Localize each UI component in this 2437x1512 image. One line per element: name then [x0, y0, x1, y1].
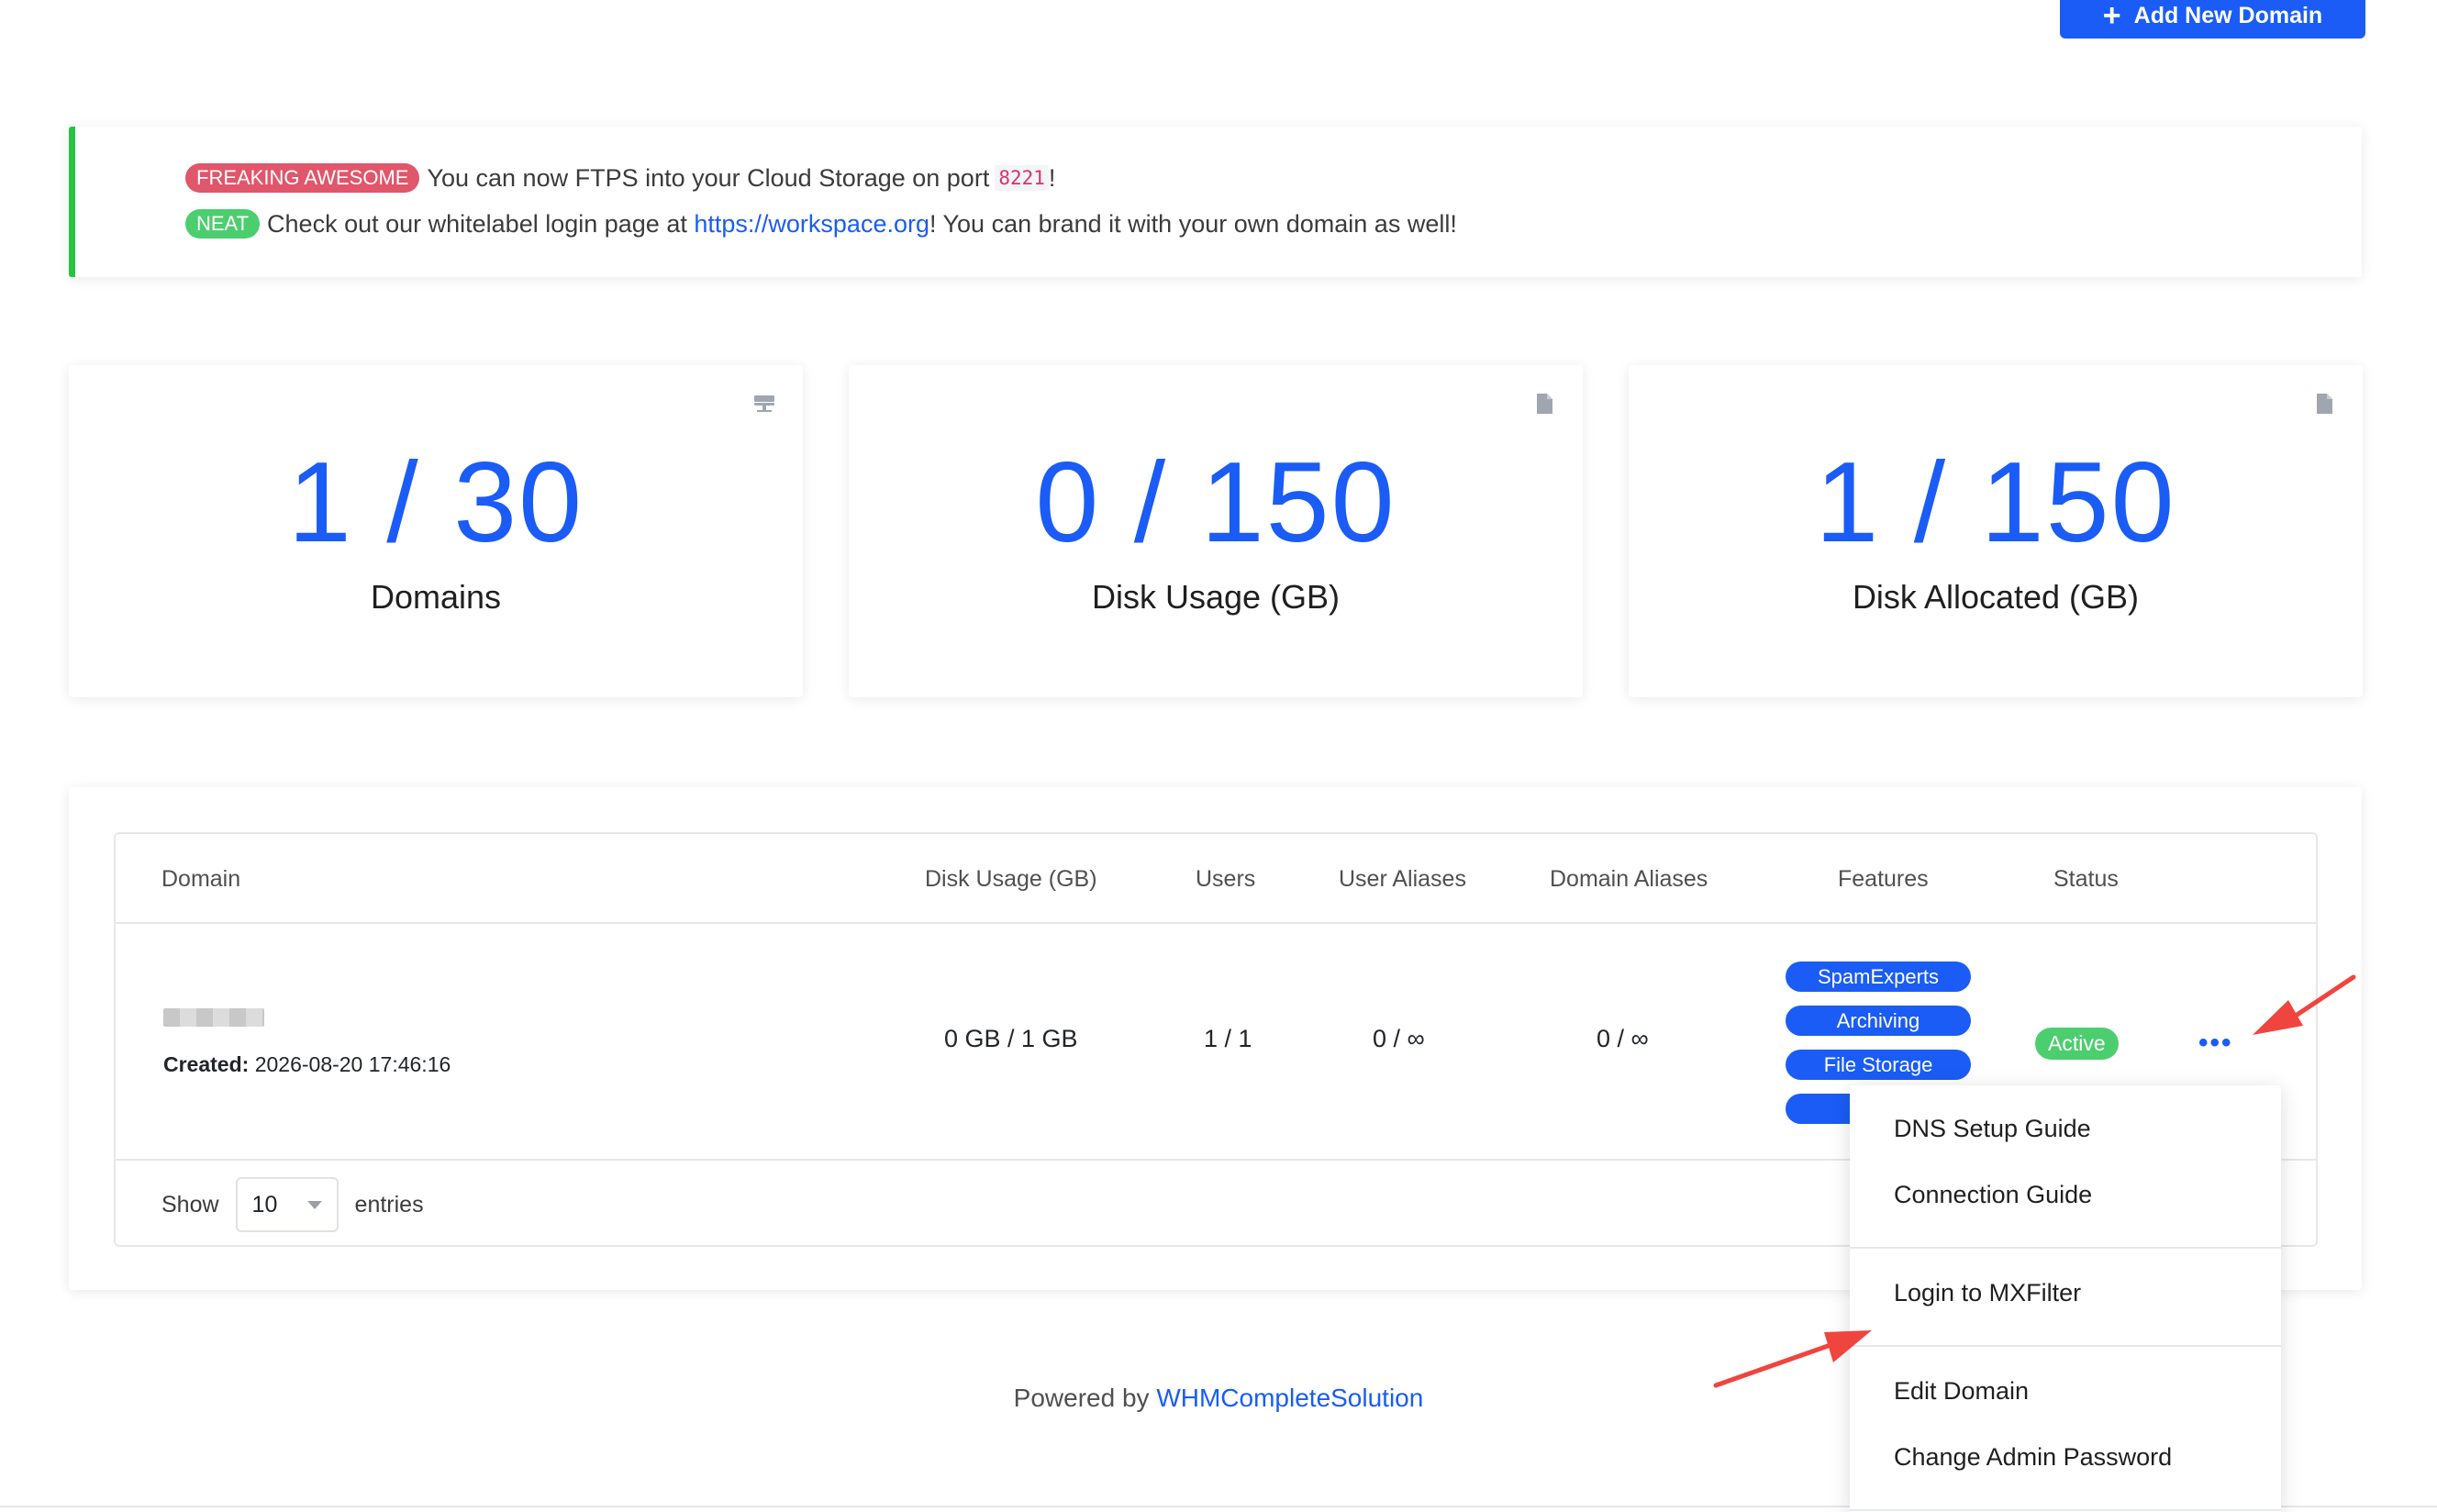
disk-usage-value: 0 GB / 1 GB — [944, 1025, 1078, 1052]
menu-divider — [1850, 1247, 2281, 1249]
page-size-select[interactable]: 10 — [235, 1177, 339, 1232]
stat-label: Disk Allocated (GB) — [1852, 578, 2140, 616]
users-value: 1 / 1 — [1204, 1025, 1252, 1052]
created-label: Created: — [163, 1052, 250, 1076]
stat-card-disk-allocated: 1 / 150 Disk Allocated (GB) — [1629, 365, 2363, 697]
more-actions-icon[interactable]: ••• — [2198, 1029, 2233, 1057]
stat-card-domains: 1 / 30 Domains — [69, 365, 803, 697]
announcement-suffix: ! You can brand it with your own domain … — [929, 209, 1457, 238]
stat-label: Domains — [370, 578, 502, 616]
announcement-ftps: FREAKING AWESOME You can now FTPS into y… — [185, 163, 1056, 194]
add-new-domain-button[interactable]: + Add New Domain — [2060, 0, 2365, 39]
status-badge: Active — [2035, 1028, 2119, 1061]
stat-value: 1 / 30 — [287, 439, 584, 566]
table-header: Domain Disk Usage (GB) Users User Aliase… — [116, 834, 2316, 924]
user-aliases-value: 0 / ∞ — [1373, 1025, 1425, 1052]
menu-item-connection-guide[interactable]: Connection Guide — [1894, 1181, 2092, 1209]
entries-label: entries — [354, 1191, 424, 1217]
powered-by-label: Powered by — [1013, 1384, 1150, 1412]
feature-badge-archiving: Archiving — [1786, 1006, 1971, 1036]
announcement-text: Check out our whitelabel login page at — [267, 209, 687, 238]
add-new-domain-label: Add New Domain — [2133, 2, 2323, 28]
created-value: 2026-08-20 17:46:16 — [254, 1052, 451, 1076]
whitelabel-link[interactable]: https://workspace.org — [694, 210, 929, 239]
show-label: Show — [161, 1191, 219, 1217]
menu-item-login-to-mxfilter[interactable]: Login to MXFilter — [1894, 1279, 2081, 1307]
column-header-domain-aliases[interactable]: Domain Aliases — [1550, 834, 1708, 924]
domain-name-redacted[interactable] — [163, 1008, 264, 1027]
whmcompletesolution-link[interactable]: WHMCompleteSolution — [1156, 1384, 1423, 1412]
menu-item-edit-domain[interactable]: Edit Domain — [1894, 1377, 2029, 1406]
menu-item-change-admin-password[interactable]: Change Admin Password — [1894, 1443, 2172, 1472]
created-date: Created: 2026-08-20 17:46:16 — [163, 1052, 451, 1077]
menu-item-dns-setup-guide[interactable]: DNS Setup Guide — [1894, 1115, 2091, 1143]
server-icon — [754, 395, 774, 412]
stat-value: 0 / 150 — [1035, 439, 1397, 566]
stat-value: 1 / 150 — [1815, 439, 2176, 566]
page-size-value: 10 — [251, 1191, 278, 1217]
stat-label: Disk Usage (GB) — [1091, 578, 1341, 616]
port-code: 8221 — [995, 165, 1049, 192]
column-header-features[interactable]: Features — [1838, 834, 1929, 924]
announcement-suffix: ! — [1048, 163, 1056, 192]
table-footer: Show 10 entries — [161, 1161, 424, 1249]
column-header-user-aliases[interactable]: User Aliases — [1339, 834, 1466, 924]
announcement-panel: FREAKING AWESOME You can now FTPS into y… — [69, 127, 2362, 277]
document-icon — [2317, 394, 2332, 414]
feature-badge-spamexperts: SpamExperts — [1786, 962, 1971, 992]
column-header-users[interactable]: Users — [1196, 834, 1255, 924]
domain-aliases-value: 0 / ∞ — [1597, 1025, 1649, 1052]
chevron-down-icon — [306, 1200, 322, 1209]
column-header-disk-usage[interactable]: Disk Usage (GB) — [925, 834, 1097, 924]
announcement-badge: FREAKING AWESOME — [185, 163, 420, 194]
announcement-badge: NEAT — [185, 209, 261, 239]
actions-dropdown-menu: DNS Setup Guide Connection Guide Login t… — [1850, 1085, 2281, 1512]
annotation-arrow-mxfilter — [1713, 1330, 1872, 1388]
feature-badge-file-storage: File Storage — [1786, 1050, 1971, 1080]
menu-divider — [1850, 1345, 2281, 1347]
announcement-text: You can now FTPS into your Cloud Storage… — [427, 163, 990, 192]
menu-divider — [1850, 1509, 2281, 1511]
document-icon — [1537, 394, 1552, 414]
stat-card-disk-usage: 0 / 150 Disk Usage (GB) — [849, 365, 1583, 697]
column-header-domain[interactable]: Domain — [161, 834, 240, 924]
plus-icon: + — [2102, 0, 2121, 33]
announcement-whitelabel: NEAT Check out our whitelabel login page… — [185, 209, 1457, 239]
column-header-status[interactable]: Status — [2053, 834, 2119, 924]
